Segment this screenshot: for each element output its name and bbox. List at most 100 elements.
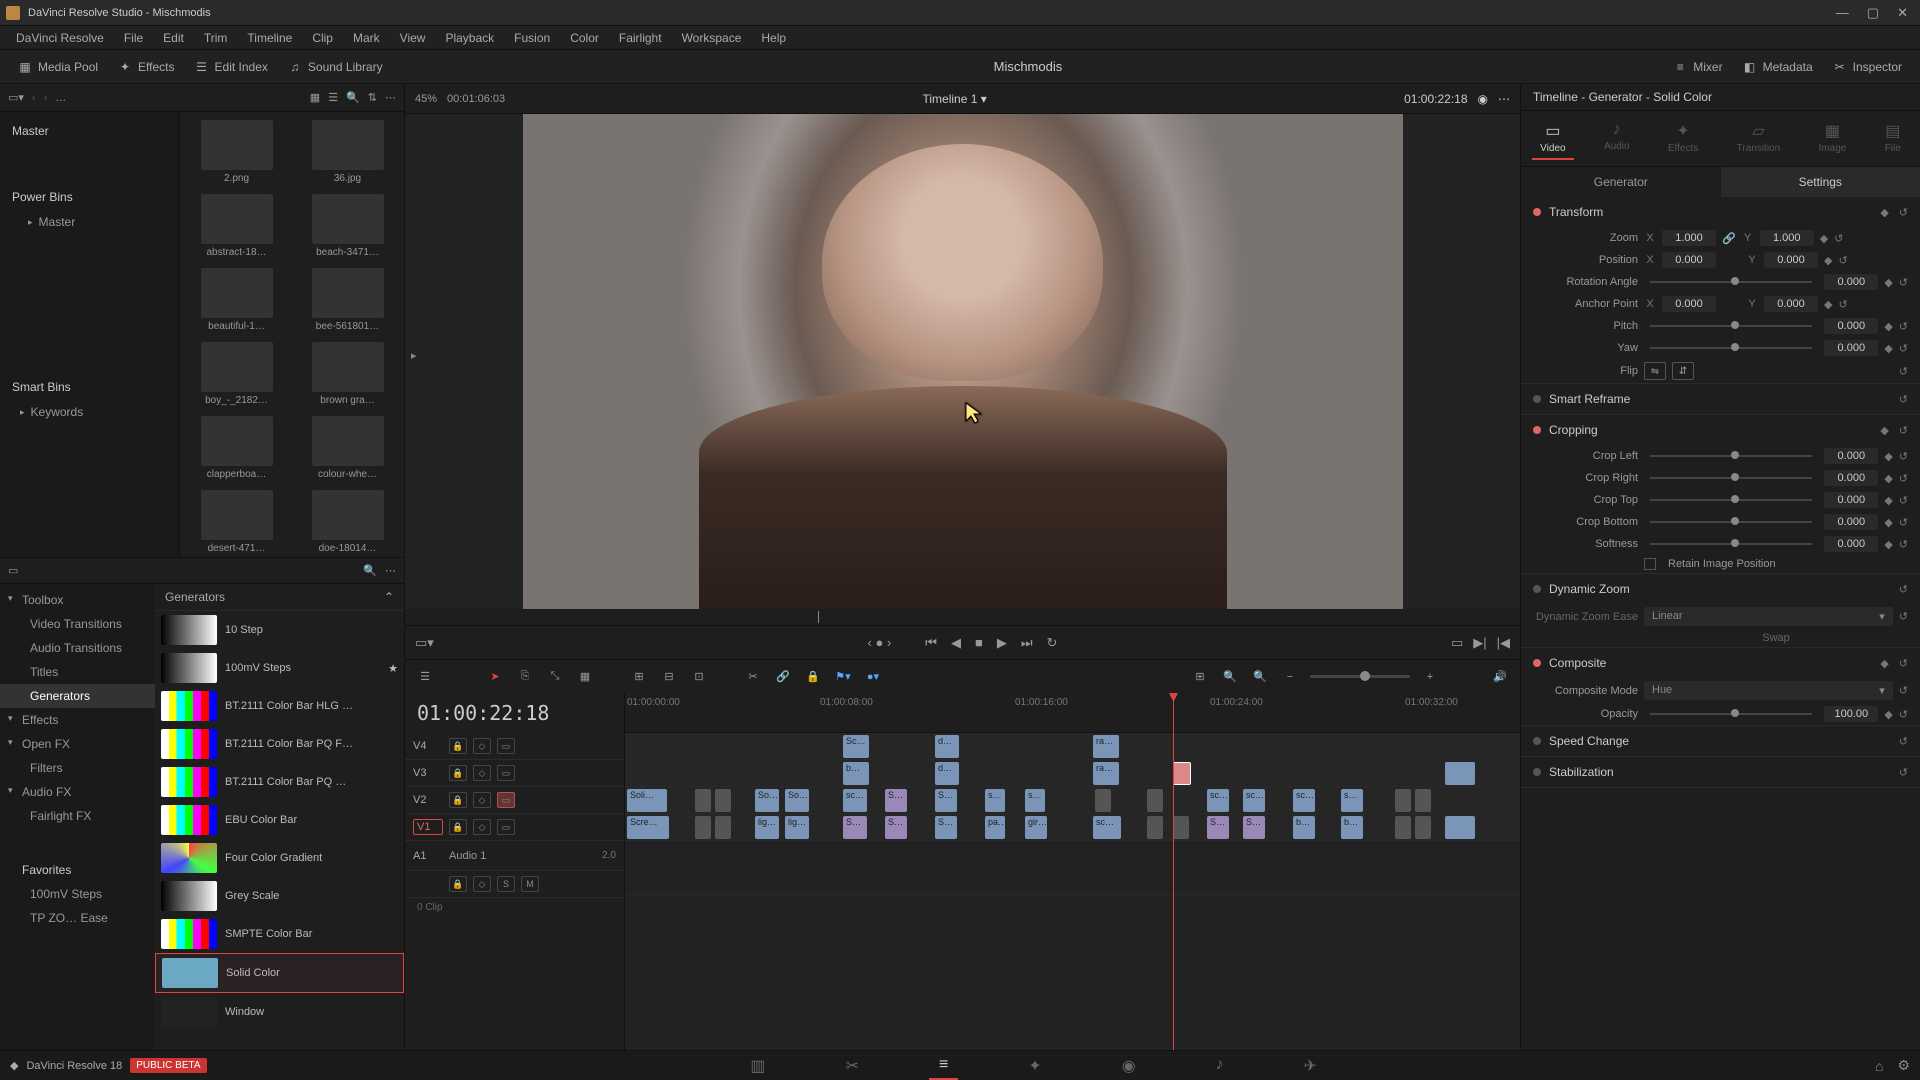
composite-dropdown[interactable]: Hue▾ <box>1644 681 1893 700</box>
fx-tree-item[interactable]: Video Transitions <box>0 612 155 636</box>
menu-item[interactable]: Mark <box>345 29 388 47</box>
thumb-view-icon[interactable]: ▦ <box>310 91 320 104</box>
flip-v-button[interactable]: ⇵ <box>1672 362 1694 380</box>
fx-item[interactable]: 10 Step <box>155 611 404 649</box>
stop-button[interactable]: ■ <box>975 635 983 650</box>
flip-h-button[interactable]: ⇋ <box>1644 362 1666 380</box>
dynamic-trim-icon[interactable]: ⤡ <box>545 670 565 683</box>
viewer-canvas[interactable]: ▸ <box>405 114 1520 609</box>
minus-icon[interactable]: − <box>1280 671 1300 683</box>
plus-icon[interactable]: + <box>1420 671 1440 683</box>
page-cut[interactable]: ✂ <box>836 1052 869 1080</box>
collapse-icon[interactable]: ⌃ <box>384 590 394 604</box>
section-cropping[interactable]: Cropping◆↺ <box>1521 415 1920 445</box>
list-view-icon[interactable]: ☰ <box>328 91 338 104</box>
menu-item[interactable]: Timeline <box>239 29 300 47</box>
home-button[interactable]: ⌂ <box>1875 1058 1883 1074</box>
prev-frame-button[interactable]: ◀ <box>951 635 961 651</box>
fx-item[interactable]: BT.2111 Color Bar PQ … <box>155 763 404 801</box>
bin-view-icon[interactable]: ▭▾ <box>8 91 24 104</box>
fx-tree-effects[interactable]: Effects <box>0 708 155 732</box>
fx-tree-item[interactable]: TP ZO… Ease <box>0 906 155 930</box>
ease-dropdown[interactable]: Linear▾ <box>1644 607 1893 626</box>
snap-icon[interactable]: ⊞ <box>1190 670 1210 683</box>
prev-edit-icon[interactable]: |◀ <box>1497 635 1510 651</box>
zoom-y[interactable]: 1.000 <box>1760 230 1814 246</box>
insert-icon[interactable]: ⊞ <box>629 670 649 683</box>
rotation-slider[interactable] <box>1650 281 1812 283</box>
page-edit[interactable]: ≡ <box>929 1052 958 1080</box>
nav-back-icon[interactable]: ‹ <box>32 92 36 104</box>
bin-item[interactable]: Master <box>0 210 179 234</box>
fx-tree-item[interactable]: Filters <box>0 756 155 780</box>
track-header-v2[interactable]: V2🔒◇▭ <box>405 787 624 814</box>
zoom-icon[interactable]: 🔍 <box>1220 670 1240 683</box>
page-deliver[interactable]: ✈ <box>1294 1052 1327 1080</box>
lock-icon[interactable]: 🔒 <box>803 670 823 683</box>
fx-tree-audiofx[interactable]: Audio FX <box>0 780 155 804</box>
inspector-toggle[interactable]: ✂Inspector <box>1823 56 1912 78</box>
nav-fwd-icon[interactable]: › <box>44 92 48 104</box>
more-icon[interactable]: ⋯ <box>385 564 396 577</box>
expand-icon[interactable]: ▸ <box>411 349 417 362</box>
maximize-button[interactable]: ▢ <box>1867 5 1879 21</box>
menu-item[interactable]: Help <box>753 29 794 47</box>
next-frame-button[interactable]: ⏭ <box>1021 635 1033 651</box>
fx-tree-openfx[interactable]: Open FX <box>0 732 155 756</box>
track-lanes[interactable]: 01:00:00:00 01:00:08:00 01:00:16:00 01:0… <box>625 693 1520 1050</box>
yaw-slider[interactable] <box>1650 347 1812 349</box>
clip-thumb[interactable]: desert-471… <box>188 490 285 554</box>
marker-icon[interactable]: ●▾ <box>863 670 883 683</box>
rotation-val[interactable]: 0.000 <box>1824 274 1878 290</box>
prev-mark-icon[interactable]: ‹ ● › <box>868 635 892 650</box>
track-header-a1-ctrl[interactable]: 🔒◇SM <box>405 871 624 898</box>
play-button[interactable]: ▶ <box>997 635 1007 651</box>
tab-video[interactable]: ▭Video <box>1532 117 1573 160</box>
fx-tree-item[interactable]: Audio Transitions <box>0 636 155 660</box>
clip-thumb[interactable]: beach-3471… <box>299 194 396 258</box>
fx-item[interactable]: BT.2111 Color Bar HLG … <box>155 687 404 725</box>
fx-tree-toolbox[interactable]: Toolbox <box>0 588 155 612</box>
page-fairlight[interactable]: ♪ <box>1206 1052 1234 1080</box>
retain-checkbox[interactable] <box>1644 558 1656 570</box>
fx-tree-generators[interactable]: Generators <box>0 684 155 708</box>
anchor-x[interactable]: 0.000 <box>1662 296 1716 312</box>
volume-icon[interactable]: 🔊 <box>1490 670 1510 683</box>
anchor-y[interactable]: 0.000 <box>1764 296 1818 312</box>
fx-item-solid-color[interactable]: Solid Color <box>155 953 404 993</box>
zoom-x[interactable]: 1.000 <box>1662 230 1716 246</box>
loop-button[interactable]: ↻ <box>1047 635 1058 651</box>
scrubber[interactable] <box>405 609 1520 625</box>
overwrite-icon[interactable]: ⊟ <box>659 670 679 683</box>
clip-thumb[interactable]: beautiful-1… <box>188 268 285 332</box>
fx-item[interactable]: Grey Scale <box>155 877 404 915</box>
fx-item[interactable]: Window <box>155 993 404 1031</box>
more-icon[interactable]: ⋯ <box>385 91 396 104</box>
settings-button[interactable]: ⚙ <box>1897 1057 1910 1074</box>
link-icon[interactable]: 🔗 <box>1722 232 1736 245</box>
replace-icon[interactable]: ⊡ <box>689 670 709 683</box>
track-header-a1[interactable]: A1Audio 12.0 <box>405 841 624 871</box>
fx-tree-item[interactable]: Titles <box>0 660 155 684</box>
swap-button[interactable]: Swap <box>1644 632 1908 644</box>
next-edit-icon[interactable]: ▶| <box>1473 635 1486 651</box>
bin-smart[interactable]: Smart Bins <box>0 374 179 400</box>
playhead[interactable] <box>1173 693 1174 1050</box>
edit-index-toggle[interactable]: ☰Edit Index <box>185 56 278 78</box>
pitch-slider[interactable] <box>1650 325 1812 327</box>
section-reframe[interactable]: Smart Reframe↺ <box>1521 384 1920 414</box>
page-color[interactable]: ◉ <box>1112 1052 1146 1080</box>
clip-thumb[interactable]: doe-18014… <box>299 490 396 554</box>
mixer-toggle[interactable]: ≡Mixer <box>1663 56 1732 78</box>
menu-item[interactable]: DaVinci Resolve <box>8 29 112 47</box>
menu-item[interactable]: Color <box>562 29 607 47</box>
section-composite[interactable]: Composite◆↺ <box>1521 648 1920 678</box>
metadata-toggle[interactable]: ◧Metadata <box>1733 56 1823 78</box>
timeline-name[interactable]: Timeline 1 ▾ <box>505 92 1404 106</box>
bypass-icon[interactable]: ◉ <box>1478 92 1488 106</box>
zoom-slider[interactable] <box>1310 675 1410 678</box>
menu-item[interactable]: File <box>116 29 151 47</box>
fx-item[interactable]: 100mV Steps★ <box>155 649 404 687</box>
in-out-icon[interactable]: ▭▾ <box>415 635 434 651</box>
clip-thumb[interactable]: 36.jpg <box>299 120 396 184</box>
